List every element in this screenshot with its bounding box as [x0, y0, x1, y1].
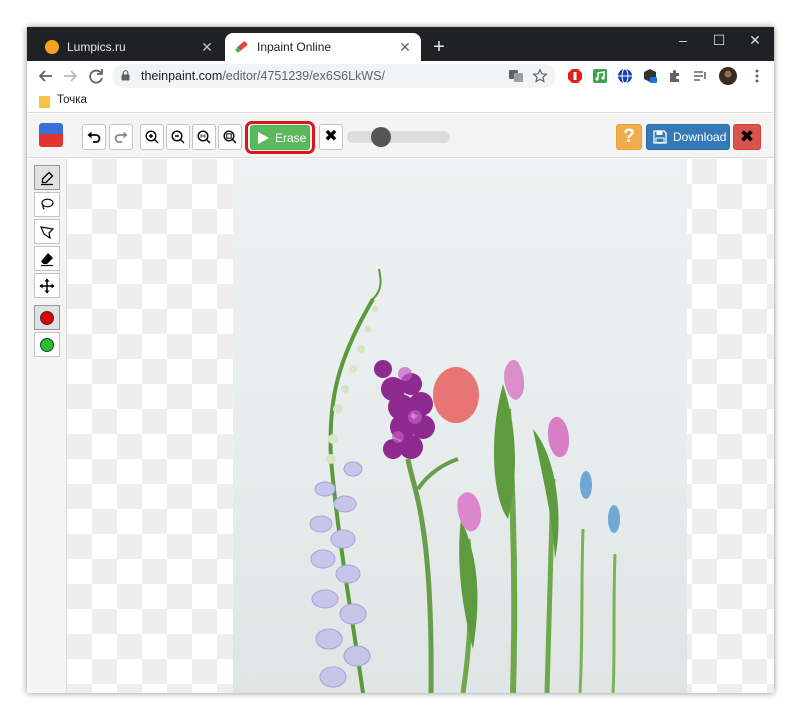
red-color-button[interactable]: [34, 305, 60, 330]
lock-icon: [121, 70, 130, 81]
tab-close-icon[interactable]: ✕: [199, 39, 215, 55]
profile-avatar-icon[interactable]: [719, 67, 737, 85]
reading-list-icon[interactable]: [692, 68, 708, 84]
reload-icon[interactable]: [85, 65, 107, 87]
zoom-fit-button[interactable]: [218, 124, 242, 150]
move-arrows-icon: [39, 278, 55, 293]
inpaint-logo-icon: [39, 123, 63, 147]
tab-close-icon[interactable]: ✕: [397, 39, 413, 55]
browser-toolbar: theinpaint.com/editor/4751239/ex6S6LkWS/: [27, 61, 774, 91]
tools-sidebar: [27, 159, 67, 693]
undo-icon: [87, 131, 101, 143]
zoom-actual-size-button[interactable]: [192, 124, 216, 150]
forward-arrow-icon[interactable]: [59, 65, 81, 87]
app-toolbar: Erase ✖ ? Download ✖: [27, 114, 774, 158]
download-label: Download: [673, 130, 727, 144]
adblock-extension-icon[interactable]: [567, 68, 583, 84]
zoom-fit-icon: [223, 130, 237, 144]
zoom-actual-size-icon: [197, 130, 211, 144]
help-button[interactable]: ?: [616, 124, 642, 150]
bookmark-star-icon[interactable]: [532, 68, 548, 84]
lasso-icon: [41, 198, 54, 210]
menu-kebab-icon[interactable]: [749, 68, 765, 84]
translate-icon[interactable]: [508, 68, 524, 84]
new-tab-button[interactable]: +: [429, 37, 449, 57]
zoom-in-button[interactable]: [140, 124, 164, 150]
maximize-button[interactable]: ☐: [706, 31, 732, 49]
workspace: [27, 159, 774, 693]
url-host: theinpaint.com: [141, 69, 223, 83]
floppy-disk-icon: [653, 130, 667, 144]
flowers-illustration: [309, 268, 620, 693]
music-extension-icon[interactable]: [592, 68, 608, 84]
move-tool-button[interactable]: [34, 273, 60, 298]
tab-title: Inpaint Online: [257, 40, 332, 54]
tab-lumpics[interactable]: Lumpics.ru ✕: [35, 33, 223, 61]
polygon-lasso-tool-button[interactable]: [34, 219, 60, 244]
marker-icon: [41, 171, 54, 185]
flowers-photo[interactable]: [233, 159, 687, 693]
close-editor-button[interactable]: ✖: [733, 124, 761, 150]
erase-label: Erase: [275, 130, 307, 145]
url-path: /editor/4751239/ex6S6LkWS/: [222, 69, 385, 83]
editor-canvas[interactable]: [67, 159, 774, 693]
address-bar[interactable]: theinpaint.com/editor/4751239/ex6S6LkWS/: [112, 64, 556, 88]
play-icon: [258, 131, 269, 144]
browser-window: Lumpics.ru ✕ Inpaint Online ✕ + – ☐ ✕ th…: [27, 27, 774, 693]
erase-button[interactable]: Erase: [250, 125, 310, 150]
brush-size-slider[interactable]: [347, 127, 450, 147]
folder-icon: [39, 96, 50, 108]
bookmark-label: Точка: [57, 94, 87, 106]
red-color-swatch: [40, 310, 54, 325]
cancel-button[interactable]: ✖: [319, 124, 343, 150]
marker-tool-button[interactable]: [34, 165, 60, 190]
back-arrow-icon[interactable]: [35, 65, 57, 87]
green-color-button[interactable]: [34, 332, 60, 357]
polygon-lasso-icon: [40, 225, 55, 239]
zoom-out-icon: [171, 130, 185, 144]
eraser-icon: [41, 252, 53, 266]
green-color-swatch: [40, 337, 54, 352]
tab-title: Lumpics.ru: [67, 40, 126, 54]
download-button[interactable]: Download: [646, 124, 730, 150]
vpn-extension-icon[interactable]: [617, 68, 633, 84]
close-window-button[interactable]: ✕: [742, 31, 768, 49]
inpaint-favicon-icon: [235, 41, 248, 53]
extensions-puzzle-icon[interactable]: [667, 68, 683, 84]
redo-icon: [114, 131, 128, 143]
minimize-button[interactable]: –: [670, 31, 696, 49]
lumpics-favicon-icon: [45, 40, 59, 54]
tab-inpaint[interactable]: Inpaint Online ✕: [225, 33, 421, 61]
zoom-out-button[interactable]: [166, 124, 190, 150]
url-text: theinpaint.com/editor/4751239/ex6S6LkWS/: [141, 64, 385, 88]
bookmarks-bar: Точка: [27, 91, 774, 113]
zoom-in-icon: [145, 130, 159, 144]
eraser-tool-button[interactable]: [34, 246, 60, 271]
lasso-tool-button[interactable]: [34, 192, 60, 217]
title-bar: Lumpics.ru ✕ Inpaint Online ✕ + – ☐ ✕: [27, 27, 774, 61]
slider-knob[interactable]: [370, 127, 391, 147]
redo-button[interactable]: [109, 124, 133, 150]
cube-extension-icon[interactable]: [642, 68, 658, 84]
undo-button[interactable]: [82, 124, 106, 150]
